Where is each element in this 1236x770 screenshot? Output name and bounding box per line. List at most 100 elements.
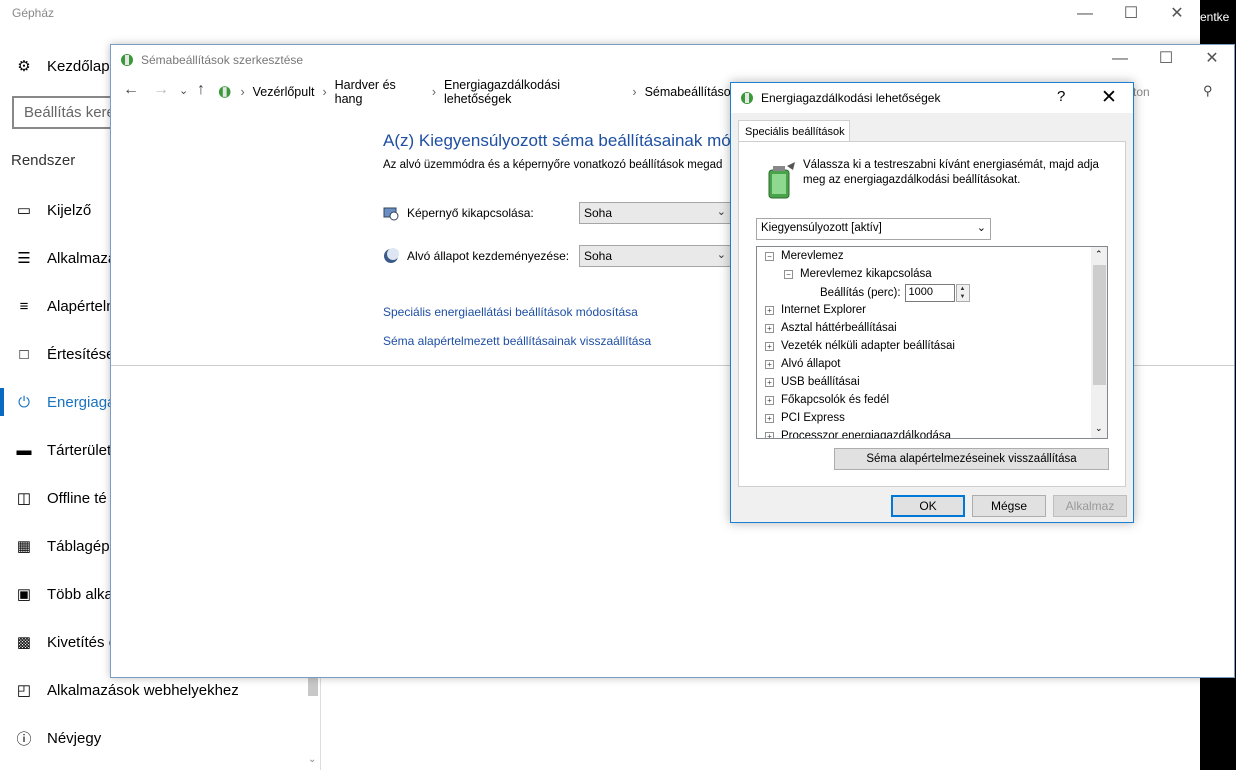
control-panel-icon bbox=[218, 86, 231, 98]
tree-item-setting: Beállítás (perc): 1000 ▲ ▼ bbox=[820, 284, 970, 302]
address-bar[interactable]: › Vezérlőpult › Hardver és hang › Energi… bbox=[217, 78, 737, 106]
expand-icon[interactable]: + bbox=[765, 377, 774, 387]
restore-defaults-link[interactable]: Séma alapértelmezett beállításainak viss… bbox=[383, 334, 651, 348]
window-title: Sémabeállítások szerkesztése bbox=[141, 53, 304, 67]
cp-search-text: ton bbox=[1133, 85, 1150, 99]
battery-plug-icon bbox=[768, 162, 795, 199]
close-button[interactable]: ✕ bbox=[1154, 0, 1200, 28]
nav-label: Tárterület bbox=[47, 441, 112, 459]
tree-item[interactable]: + Internet Explorer bbox=[765, 304, 866, 316]
expand-icon[interactable]: + bbox=[765, 341, 774, 351]
tree-item-hdd-off[interactable]: − Merevlemez kikapcsolása bbox=[784, 268, 932, 280]
close-button[interactable]: ✕ bbox=[1189, 45, 1235, 73]
scroll-down-icon[interactable]: ⌄ bbox=[308, 754, 316, 765]
plan-select[interactable]: Kiegyensúlyozott [aktív] ⌄ bbox=[756, 218, 991, 240]
storage-icon: ▬ bbox=[16, 441, 32, 459]
moon-icon bbox=[384, 248, 399, 263]
breadcrumb-item[interactable]: Sémabeállítások bbox=[645, 85, 737, 99]
display-off-value: Soha bbox=[584, 206, 613, 220]
tree-item[interactable]: + Processzor energiagazdálkodása bbox=[765, 430, 951, 438]
multitask-icon: ▣ bbox=[16, 586, 32, 603]
power-icon: ⏻ bbox=[18, 393, 30, 411]
apply-button[interactable]: Alkalmaz bbox=[1053, 495, 1127, 517]
page-title: A(z) Kiegyensúlyozott séma beállításaina… bbox=[383, 131, 768, 150]
nav-label: Értesítése bbox=[47, 345, 115, 363]
display-off-select[interactable]: Soha ⌄ bbox=[579, 202, 731, 224]
tree-item[interactable]: + PCI Express bbox=[765, 412, 845, 424]
expand-icon[interactable]: + bbox=[765, 305, 774, 315]
up-arrow-icon[interactable]: ↑ bbox=[197, 81, 205, 99]
nav-label: Alkalmazások webhelyekhez bbox=[47, 681, 239, 699]
collapse-icon[interactable]: − bbox=[784, 269, 793, 279]
nav-label: Alkalmazá bbox=[47, 249, 117, 267]
expand-icon[interactable]: + bbox=[765, 395, 774, 405]
tree-scrollbar[interactable]: ⌃ ⌄ bbox=[1091, 247, 1107, 438]
default-apps-icon: ≡ bbox=[19, 297, 29, 315]
breadcrumb-separator-icon: › bbox=[322, 85, 327, 99]
nav-item-about[interactable]: ⓘ Névjegy bbox=[0, 714, 310, 762]
tab-panel: Válassza ki a testreszabni kívánt energi… bbox=[738, 141, 1126, 487]
tree-item[interactable]: + Főkapcsolók és fedél bbox=[765, 394, 889, 406]
gear-icon: ⚙ bbox=[17, 58, 31, 75]
collapse-icon[interactable]: − bbox=[765, 251, 774, 261]
spin-down-icon[interactable]: ▼ bbox=[957, 293, 969, 301]
expand-icon[interactable]: + bbox=[765, 413, 774, 423]
settings-title: Gépház bbox=[12, 6, 55, 20]
tree-item[interactable]: + Asztal háttérbeállításai bbox=[765, 322, 897, 334]
tree-item-label: Asztal háttérbeállításai bbox=[781, 322, 897, 334]
settings-tree[interactable]: − Merevlemez − Merevlemez kikapcsolása B… bbox=[756, 246, 1108, 439]
close-button[interactable]: ✕ bbox=[1101, 86, 1117, 109]
cp-caption-buttons: — ☐ ✕ bbox=[1097, 45, 1235, 73]
maximize-button[interactable]: ☐ bbox=[1143, 45, 1189, 73]
scroll-up-icon[interactable]: ⌃ bbox=[1095, 249, 1103, 260]
breadcrumb-item[interactable]: Energiagazdálkodási lehetőségek bbox=[444, 78, 624, 106]
expand-icon[interactable]: + bbox=[765, 359, 774, 369]
nav-label: Táblagép bbox=[47, 537, 110, 555]
maximize-button[interactable]: ☐ bbox=[1108, 0, 1154, 28]
nav-label: Kivetítés e bbox=[47, 633, 118, 651]
restore-plan-defaults-button[interactable]: Séma alapértelmezéseinek visszaállítása bbox=[834, 448, 1109, 470]
tree-item[interactable]: + Vezeték nélküli adapter beállításai bbox=[765, 340, 955, 352]
notification-icon: □ bbox=[19, 345, 29, 363]
minimize-button[interactable]: — bbox=[1097, 45, 1143, 73]
project-icon: ▩ bbox=[16, 634, 32, 651]
scroll-down-icon[interactable]: ⌄ bbox=[1095, 423, 1103, 434]
chevron-down-icon: ⌄ bbox=[716, 249, 726, 261]
tree-item-label: Merevlemez kikapcsolása bbox=[800, 268, 932, 280]
breadcrumb-separator-icon: › bbox=[632, 85, 637, 99]
nav-label: Alapértelm bbox=[47, 297, 119, 315]
back-arrow-icon[interactable]: ← bbox=[123, 81, 139, 99]
help-button[interactable]: ? bbox=[1057, 88, 1065, 105]
breadcrumb-item[interactable]: Vezérlőpult bbox=[253, 85, 315, 99]
ok-button[interactable]: OK bbox=[891, 495, 965, 517]
tree-item[interactable]: + Alvó állapot bbox=[765, 358, 840, 370]
expand-icon[interactable]: + bbox=[765, 431, 774, 438]
search-icon[interactable]: ⚲ bbox=[1203, 83, 1213, 99]
minutes-input[interactable]: 1000 bbox=[904, 284, 955, 302]
tab-advanced-settings[interactable]: Speciális beállítások bbox=[738, 120, 850, 142]
forward-arrow-icon[interactable]: → bbox=[153, 81, 169, 99]
cancel-button[interactable]: Mégse bbox=[972, 495, 1046, 517]
page-subtitle: Az alvó üzemmódra és a képernyőre vonatk… bbox=[383, 159, 723, 171]
advanced-settings-link[interactable]: Speciális energiaellátási beállítások mó… bbox=[383, 305, 638, 319]
minutes-stepper[interactable]: ▲ ▼ bbox=[955, 284, 970, 302]
recent-dropdown-icon[interactable]: ⌄ bbox=[179, 84, 188, 97]
settings-scrollbar-thumb[interactable] bbox=[308, 676, 318, 696]
spin-up-icon[interactable]: ▲ bbox=[957, 285, 969, 293]
power-plan-icon bbox=[741, 92, 753, 104]
breadcrumb-item[interactable]: Hardver és hang bbox=[335, 78, 424, 106]
minimize-button[interactable]: — bbox=[1062, 0, 1108, 28]
monitor-clock-icon bbox=[383, 207, 399, 221]
scrollbar-thumb[interactable] bbox=[1093, 265, 1106, 385]
tree-item-hdd[interactable]: − Merevlemez bbox=[765, 250, 844, 262]
tree-item-label: USB beállításai bbox=[781, 376, 860, 388]
tree-item-label: PCI Express bbox=[781, 412, 845, 424]
expand-icon[interactable]: + bbox=[765, 323, 774, 333]
tree-item[interactable]: + USB beállításai bbox=[765, 376, 860, 388]
chevron-down-icon: ⌄ bbox=[716, 206, 726, 218]
breadcrumb-separator-icon: › bbox=[431, 85, 436, 99]
sleep-select[interactable]: Soha ⌄ bbox=[579, 245, 731, 267]
sleep-label: Alvó állapot kezdeményezése: bbox=[407, 249, 570, 263]
map-icon: ◫ bbox=[16, 490, 32, 507]
nav-label: Offline té bbox=[47, 489, 107, 507]
